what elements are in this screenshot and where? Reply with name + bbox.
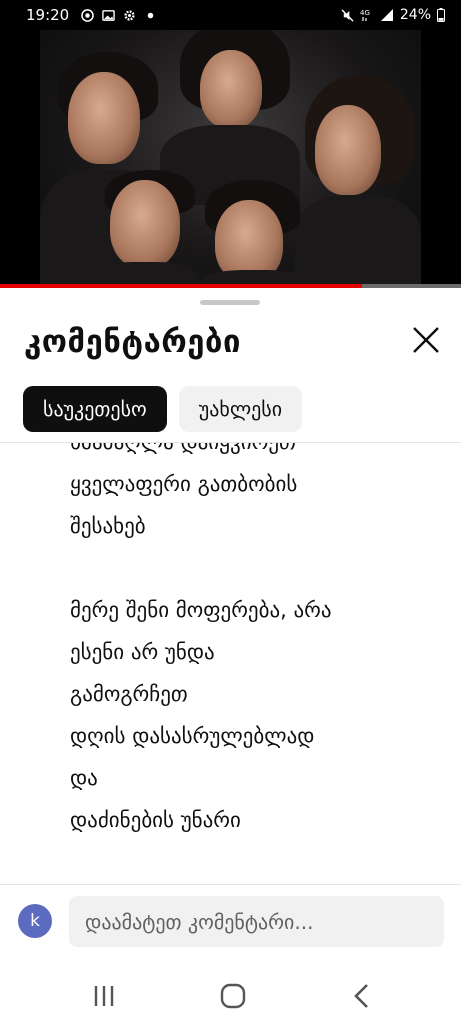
status-right: 4G 24% — [341, 7, 445, 23]
close-icon[interactable] — [406, 320, 446, 360]
status-bar: 19:20 4G 24% — [0, 0, 461, 30]
tab-top[interactable]: საუკეთესო — [23, 386, 167, 432]
avatar: k — [18, 904, 52, 938]
video-thumbnail — [40, 30, 421, 285]
signal-icon — [380, 9, 393, 21]
sort-tabs: საუკეთესო უახლესი — [23, 386, 303, 432]
status-time: 19:20 — [26, 6, 70, 24]
video-player[interactable] — [0, 30, 461, 285]
comment-text: ხმამაღლა დაიყვირეთ ყველაფერი გათბობის შე… — [70, 443, 332, 832]
battery-percent: 24% — [399, 7, 431, 23]
4g-signal-icon: 4G — [360, 9, 370, 21]
home-icon[interactable] — [213, 978, 253, 1014]
comment-scroll-area[interactable]: ხმამაღლა დაიყვირეთ ყველაფერი გათბობის შე… — [0, 443, 461, 883]
battery-icon — [437, 8, 445, 22]
comments-sheet: კომენტარები საუკეთესო უახლესი ხმამაღლა დ… — [0, 288, 461, 974]
navigation-bar — [0, 974, 461, 1024]
status-left: 19:20 — [26, 6, 157, 24]
add-comment-input[interactable]: დაამატეთ კომენტარი... — [69, 896, 444, 947]
mute-icon — [341, 8, 354, 22]
drag-handle[interactable] — [200, 300, 260, 305]
back-icon[interactable] — [342, 978, 382, 1014]
input-divider — [0, 884, 461, 885]
svg-text:4G: 4G — [360, 9, 370, 17]
tab-newest[interactable]: უახლესი — [178, 386, 303, 432]
sheet-title: კომენტარები — [24, 324, 241, 360]
image-icon — [102, 9, 116, 21]
dot-icon — [147, 12, 154, 18]
chrome-icon — [81, 8, 95, 22]
recent-apps-icon[interactable] — [84, 978, 124, 1014]
gear-icon — [124, 9, 135, 21]
